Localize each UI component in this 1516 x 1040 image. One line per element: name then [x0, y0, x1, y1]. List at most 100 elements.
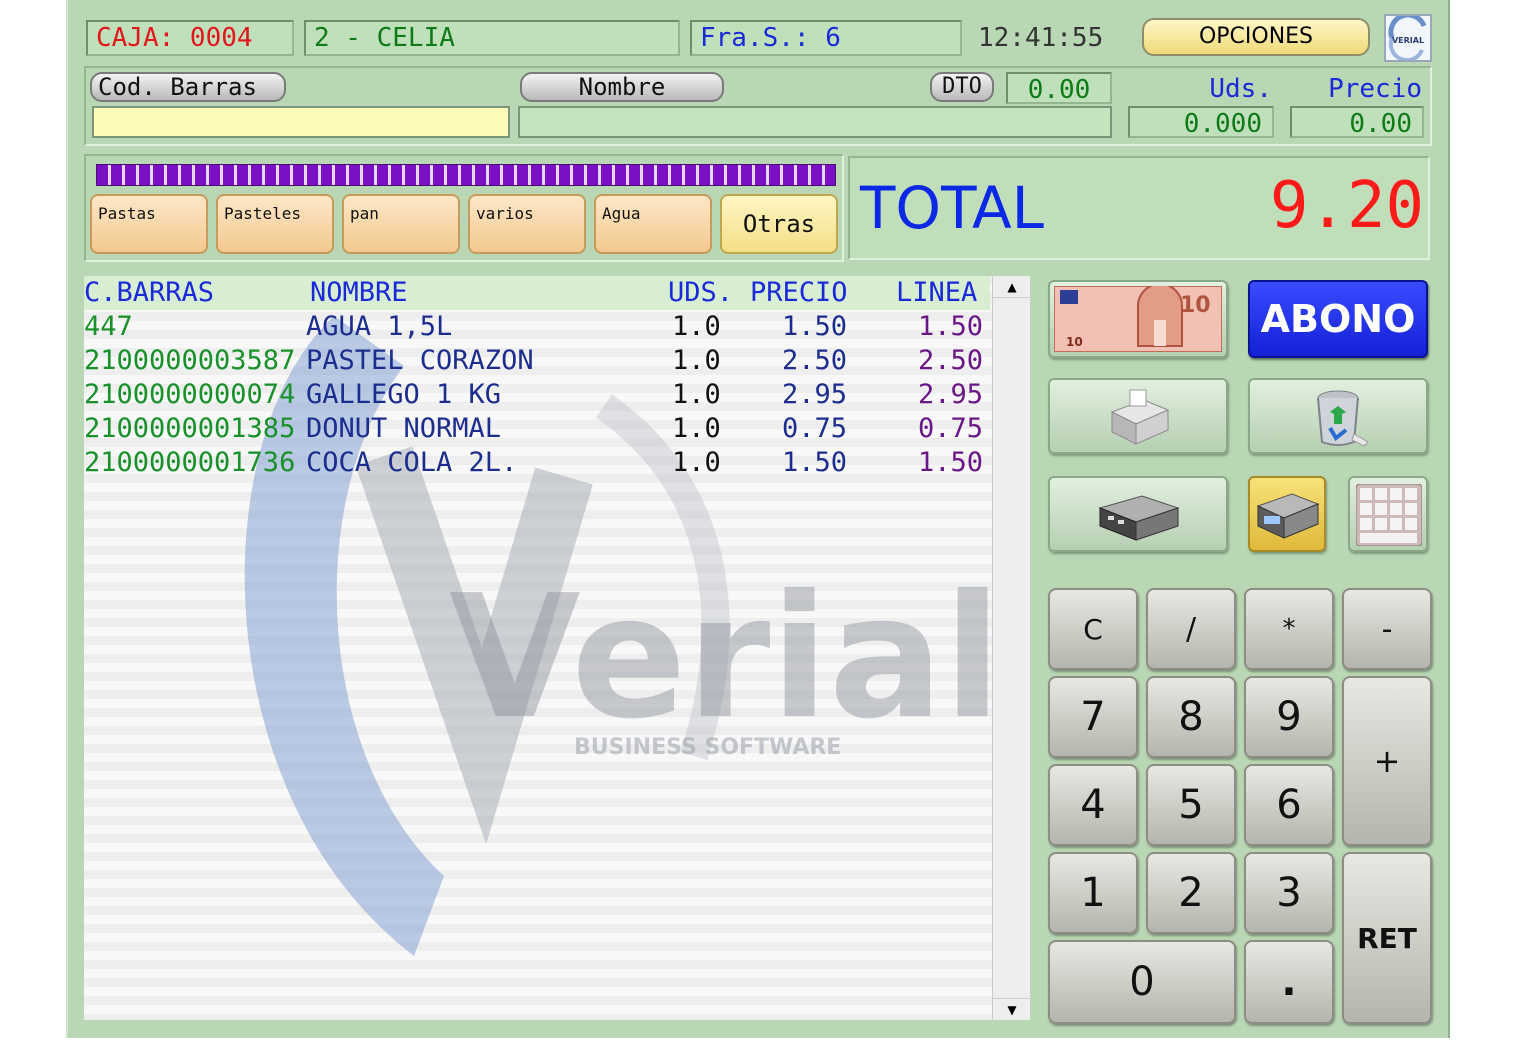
scroll-down-arrow-icon[interactable]: ▼: [993, 998, 1031, 1020]
delete-line-button[interactable]: [1248, 378, 1428, 454]
row-name: COCA COLA 2L.: [306, 447, 518, 478]
row-uds: 1.0: [672, 379, 721, 410]
cash-drawer-icon: [1098, 495, 1180, 541]
row-name: AGUA 1,5L: [306, 311, 453, 342]
category-pastas[interactable]: Pastas: [90, 194, 208, 254]
logo-text: VERIAL: [1392, 36, 1424, 45]
uds-label: Uds.: [1209, 74, 1272, 104]
row-line: 0.75: [918, 413, 984, 444]
key-2[interactable]: 2: [1146, 852, 1236, 934]
clock: 12:41:55: [978, 23, 1104, 53]
key-clear[interactable]: C: [1048, 588, 1138, 670]
key-divide[interactable]: /: [1146, 588, 1236, 670]
table-row[interactable]: 2100000001736 COCA COLA 2L. 1.0 1.50 1.5…: [84, 446, 990, 480]
print-ticket-button[interactable]: [1048, 378, 1228, 454]
key-1[interactable]: 1: [1048, 852, 1138, 934]
total-label: TOTAL: [860, 174, 1044, 242]
barcode-input[interactable]: [92, 106, 510, 138]
header-line: LINEA: [896, 277, 978, 308]
banknote-value-top: 10: [1180, 293, 1211, 318]
barcode-label: Cod. Barras: [90, 72, 286, 102]
row-line: 1.50: [918, 447, 984, 478]
row-name: PASTEL CORAZON: [306, 345, 534, 376]
user-field: 2 - CELIA: [304, 20, 680, 56]
banknote-icon: 10 10: [1053, 283, 1223, 353]
scroll-up-arrow-icon[interactable]: ▲: [993, 276, 1031, 298]
cash-drawer-button[interactable]: [1048, 476, 1228, 552]
pos-window: CAJA: 0004 2 - CELIA Fra.S.: 6 12:41:55 …: [66, 0, 1450, 1038]
row-line: 2.95: [918, 379, 984, 410]
row-price: 1.50: [782, 311, 848, 342]
scale-button[interactable]: [1248, 476, 1326, 552]
key-8[interactable]: 8: [1146, 676, 1236, 758]
key-9[interactable]: 9: [1244, 676, 1334, 758]
row-line: 1.50: [918, 311, 984, 342]
category-agua[interactable]: Agua: [594, 194, 712, 254]
uds-field[interactable]: 0.000: [1128, 106, 1274, 138]
row-uds: 1.0: [672, 447, 721, 478]
total-value: 9.20: [1269, 169, 1424, 243]
keyboard-button[interactable]: [1348, 476, 1428, 552]
options-button[interactable]: OPCIONES: [1142, 18, 1370, 56]
category-pasteles[interactable]: Pasteles: [216, 194, 334, 254]
row-uds: 1.0: [672, 413, 721, 444]
row-barcode: 2100000000074: [84, 379, 296, 410]
name-input[interactable]: [518, 106, 1112, 138]
precio-label: Precio: [1328, 74, 1422, 104]
row-line: 2.50: [918, 345, 984, 376]
header-price: PRECIO: [750, 277, 848, 308]
key-minus[interactable]: -: [1342, 588, 1432, 670]
category-scroll-strip[interactable]: [96, 164, 836, 186]
row-uds: 1.0: [672, 311, 721, 342]
key-3[interactable]: 3: [1244, 852, 1334, 934]
abono-button[interactable]: ABONO: [1248, 280, 1428, 358]
table-header: C.BARRAS NOMBRE UDS. PRECIO LINEA: [84, 276, 990, 310]
header-barcode: C.BARRAS: [84, 277, 215, 308]
category-varios[interactable]: varios: [468, 194, 586, 254]
row-name: DONUT NORMAL: [306, 413, 502, 444]
header-name: NOMBRE: [310, 277, 408, 308]
dto-label: DTO: [930, 72, 994, 102]
row-price: 2.95: [782, 379, 848, 410]
key-6[interactable]: 6: [1244, 764, 1334, 846]
printer-icon: [1110, 389, 1170, 445]
caja-field: CAJA: 0004: [86, 20, 294, 56]
key-decimal[interactable]: .: [1244, 940, 1334, 1024]
recycle-bin-icon: [1317, 390, 1369, 447]
table-row[interactable]: 2100000001385 DONUT NORMAL 1.0 0.75 0.75: [84, 412, 990, 446]
row-name: GALLEGO 1 KG: [306, 379, 502, 410]
invoice-field: Fra.S.: 6: [690, 20, 962, 56]
row-barcode: 447: [84, 311, 133, 342]
key-plus[interactable]: +: [1342, 676, 1432, 846]
table-row[interactable]: 2100000003587 PASTEL CORAZON 1.0 2.50 2.…: [84, 344, 990, 378]
row-price: 0.75: [782, 413, 848, 444]
header-uds: UDS.: [668, 277, 734, 308]
ticket-table: Verial BUSINESS SOFTWARE C.BARRAS NOMBRE…: [84, 276, 994, 1020]
key-multiply[interactable]: *: [1244, 588, 1334, 670]
key-0[interactable]: 0: [1048, 940, 1236, 1024]
logo-swoosh-icon: VERIAL: [1388, 12, 1427, 63]
table-scrollbar[interactable]: ▲ ▼: [992, 276, 1031, 1020]
row-uds: 1.0: [672, 345, 721, 376]
table-row[interactable]: 447 AGUA 1,5L 1.0 1.50 1.50: [84, 310, 990, 344]
watermark-brand: Verial: [449, 559, 994, 757]
banknote-value-bottom: 10: [1066, 335, 1083, 349]
precio-field[interactable]: 0.00: [1290, 106, 1424, 138]
category-pan[interactable]: pan: [342, 194, 460, 254]
key-5[interactable]: 5: [1146, 764, 1236, 846]
verial-logo-icon[interactable]: VERIAL: [1384, 12, 1432, 63]
dto-field[interactable]: 0.00: [1006, 72, 1112, 104]
scale-icon: [1256, 493, 1320, 539]
banknote-button[interactable]: 10 10: [1048, 280, 1228, 358]
row-barcode: 2100000003587: [84, 345, 296, 376]
row-price: 2.50: [782, 345, 848, 376]
category-otras[interactable]: Otras: [720, 194, 838, 254]
row-price: 1.50: [782, 447, 848, 478]
key-7[interactable]: 7: [1048, 676, 1138, 758]
name-label: Nombre: [520, 72, 724, 102]
table-row[interactable]: 2100000000074 GALLEGO 1 KG 1.0 2.95 2.95: [84, 378, 990, 412]
keyboard-icon: [1356, 484, 1422, 546]
watermark-tagline: BUSINESS SOFTWARE: [574, 735, 841, 760]
key-4[interactable]: 4: [1048, 764, 1138, 846]
key-return[interactable]: RET: [1342, 852, 1432, 1024]
